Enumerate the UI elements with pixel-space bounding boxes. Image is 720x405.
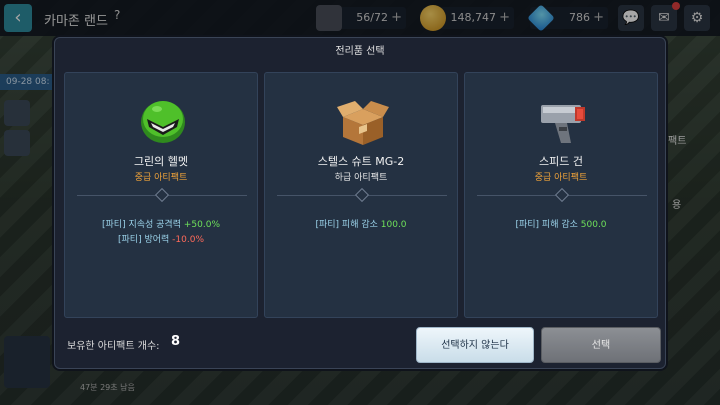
skip-selection-button[interactable]: 선택하지 않는다	[416, 327, 534, 363]
artifact-name: 그린의 헬멧	[133, 155, 189, 168]
artifact-card-3[interactable]: 스피드 건 중급 아티팩트 [파티] 피해 감소 500.0	[464, 72, 658, 318]
artifact-cards: 그린의 헬멧 중급 아티팩트 [파티] 지속성 공격력 +50.0% [파티] …	[64, 72, 658, 318]
select-button[interactable]: 선택	[541, 327, 661, 363]
game-scene: ‹ 카마존 랜드 ? 56/72 + 148,747 + 786 + 💬 ✉ ⚙…	[0, 0, 720, 405]
stat-label: [파티] 지속성 공격력	[102, 220, 184, 230]
artifact-grade: 중급 아티팩트	[534, 173, 588, 183]
artifact-stat: [파티] 지속성 공격력 +50.0%	[65, 217, 257, 230]
artifact-grade: 중급 아티팩트	[134, 173, 188, 183]
artifact-name: 스피드 건	[539, 155, 583, 168]
stat-label: [파티] 피해 감소	[515, 220, 581, 230]
speed-gun-icon	[541, 105, 585, 143]
divider-diamond	[354, 187, 370, 203]
divider-diamond	[554, 187, 570, 203]
stat-value: +50.0%	[183, 220, 220, 230]
artifact-name: 스텔스 슈트 MG-2	[317, 155, 405, 168]
stat-value: 100.0	[380, 220, 407, 230]
artifact-grade: 하급 아티팩트	[334, 173, 388, 183]
artifact-card-1[interactable]: 그린의 헬멧 중급 아티팩트 [파티] 지속성 공격력 +50.0% [파티] …	[64, 72, 258, 318]
stat-value: -10.0%	[172, 235, 204, 245]
stat-label: [파티] 방어력	[118, 235, 173, 245]
artifact-card-2[interactable]: 스텔스 슈트 MG-2 하급 아티팩트 [파티] 피해 감소 100.0	[264, 72, 458, 318]
stat-value: 500.0	[580, 220, 607, 230]
artifact-stat: [파티] 피해 감소 500.0	[465, 217, 657, 230]
artifact-stat: [파티] 피해 감소 100.0	[265, 217, 457, 230]
divider-diamond	[154, 187, 170, 203]
artifact-stat: [파티] 방어력 -10.0%	[65, 232, 257, 245]
green-helmet-icon	[141, 101, 185, 143]
loot-select-dialog: 전리품 선택 그린의 헬멧 중급 아티팩트 [파티] 지속성 공격력 +50.0…	[54, 37, 666, 369]
owned-artifacts-count: 8	[171, 334, 181, 349]
dialog-title: 전리품 선택	[335, 46, 385, 57]
stat-label: [파티] 피해 감소	[315, 220, 381, 230]
cardboard-box-icon	[337, 101, 389, 145]
owned-artifacts-label: 보유한 아티팩트 개수:	[67, 341, 160, 352]
